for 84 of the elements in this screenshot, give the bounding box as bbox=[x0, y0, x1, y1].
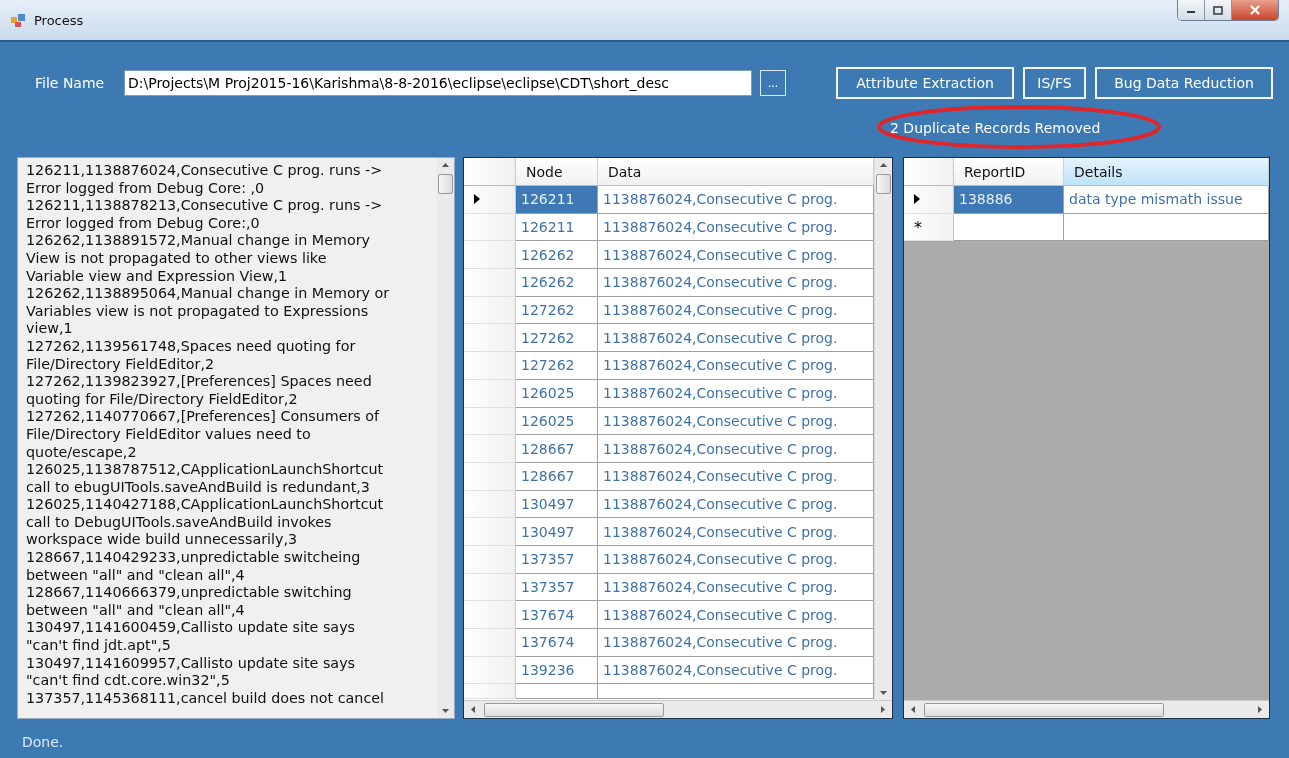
table-cell[interactable]: 1138876024,Consecutive C prog. bbox=[598, 518, 874, 546]
scroll-right-icon[interactable] bbox=[880, 705, 886, 714]
table-cell[interactable]: 127262 bbox=[516, 352, 598, 380]
result-message: 2 Duplicate Records Removed bbox=[890, 120, 1101, 136]
table-cell[interactable]: 1138876024,Consecutive C prog. bbox=[598, 213, 874, 242]
table-cell[interactable] bbox=[954, 213, 1064, 242]
table-cell[interactable]: 1138876024,Consecutive C prog. bbox=[598, 324, 874, 353]
column-header[interactable]: Node bbox=[516, 158, 598, 186]
table-cell[interactable]: 137357 bbox=[516, 573, 598, 602]
table-cell[interactable]: 137674 bbox=[516, 629, 598, 657]
close-icon bbox=[1249, 5, 1261, 15]
table-cell[interactable]: 126262 bbox=[516, 269, 598, 297]
maximize-button[interactable] bbox=[1205, 0, 1232, 20]
table-cell[interactable]: 1138876024,Consecutive C prog. bbox=[598, 545, 874, 574]
table-cell[interactable]: 1138876024,Consecutive C prog. bbox=[598, 352, 874, 380]
table-cell[interactable]: 130497 bbox=[516, 518, 598, 546]
vertical-scrollbar[interactable] bbox=[437, 158, 454, 718]
table-cell[interactable] bbox=[1064, 213, 1269, 242]
vertical-scrollbar[interactable] bbox=[874, 158, 892, 700]
table-cell[interactable]: 1138876024,Consecutive C prog. bbox=[598, 629, 874, 657]
log-text-area[interactable] bbox=[17, 157, 455, 719]
header-corner-cell bbox=[464, 158, 516, 186]
action-button[interactable]: IS/FS bbox=[1023, 67, 1086, 99]
table-cell[interactable]: 126025 bbox=[516, 379, 598, 408]
file-path-field[interactable]: D:\Projects\M Proj2015-16\Karishma\8-8-2016\eclipse\eclipse\CDT\short_desc bbox=[124, 70, 752, 96]
action-button[interactable]: Bug Data Reduction bbox=[1095, 67, 1273, 99]
table-cell[interactable]: 1138876024,Consecutive C prog. bbox=[598, 186, 874, 214]
horizontal-scrollbar[interactable] bbox=[904, 700, 1269, 718]
window-icon bbox=[10, 12, 26, 28]
table-cell[interactable]: 1138876024,Consecutive C prog. bbox=[598, 269, 874, 297]
window-title: Process bbox=[34, 12, 84, 28]
scroll-right-icon[interactable] bbox=[1257, 705, 1263, 714]
scroll-left-icon[interactable] bbox=[910, 705, 916, 714]
table-cell[interactable]: 126262 bbox=[516, 241, 598, 270]
scroll-left-icon[interactable] bbox=[470, 705, 476, 714]
scroll-thumb[interactable] bbox=[484, 702, 664, 717]
table-cell[interactable]: 1138876024,Consecutive C prog. bbox=[598, 462, 874, 491]
row-header[interactable]: * bbox=[904, 213, 954, 242]
scroll-thumb[interactable] bbox=[876, 174, 891, 194]
table-cell[interactable]: 1138876024,Consecutive C prog. bbox=[598, 573, 874, 602]
column-header[interactable]: Data bbox=[598, 158, 874, 186]
scroll-thumb[interactable] bbox=[438, 174, 453, 194]
table-cell[interactable]: 137674 bbox=[516, 601, 598, 629]
table-cell[interactable]: 1138876024,Consecutive C prog. bbox=[598, 296, 874, 325]
table-cell[interactable]: 1138876024,Consecutive C prog. bbox=[598, 407, 874, 436]
table-cell[interactable]: 1138876024,Consecutive C prog. bbox=[598, 435, 874, 463]
column-header[interactable]: Details bbox=[1064, 158, 1269, 186]
table-cell[interactable]: 126025 bbox=[516, 407, 598, 436]
maximize-icon bbox=[1213, 5, 1223, 15]
scroll-up-icon[interactable] bbox=[879, 162, 888, 168]
close-button[interactable] bbox=[1232, 0, 1278, 20]
table-cell[interactable]: 1138876024,Consecutive C prog. bbox=[598, 379, 874, 408]
table-cell[interactable]: 1138876024,Consecutive C prog. bbox=[598, 490, 874, 519]
table-cell[interactable]: 138886 bbox=[954, 186, 1064, 214]
table-cell[interactable]: data type mismath issue bbox=[1064, 186, 1269, 214]
scroll-thumb[interactable] bbox=[924, 702, 1164, 717]
status-text: Done. bbox=[21, 733, 65, 750]
horizontal-scrollbar[interactable] bbox=[464, 700, 892, 718]
table-cell[interactable]: 126211 bbox=[516, 213, 598, 242]
row-header[interactable] bbox=[904, 186, 954, 214]
row-header[interactable] bbox=[464, 186, 516, 214]
scroll-down-icon[interactable] bbox=[441, 708, 450, 714]
scroll-down-icon[interactable] bbox=[879, 690, 888, 696]
log-text: 126211,1138876024,Consecutive C prog. runs -> Error logged from Debug Core: ,0 126211,1138878213,Consecutive C prog. runs -> Error logged from Debug Core:,0 126262,1138891572,Manual change in Memory View is not propagated to other views like Variable view and Expression View,1 126262,1138895064,Manual change in Memory or Variables view is not propagated to Expressions view,1 127262,1139561748,Spaces need quoting for File/Directory FieldEditor,2 127262,1139823927,[Preferences] Spaces need quoting for File/Directory FieldEditor,2 127262,1140770667,[Preferences] Consumers of File/Directory FieldEditor values need to quote/escape,2 126025,1138787512,CApplicationLaunchShortcut call to ebugUITools.saveAndBuild is redundant,3 126025,1140427188,CApplicationLaunchShortcut call to DebugUITools.saveAndBuild invokes workspace wide build unnecessarily,3 128667,1140429233,unpredictable switcheing between "all" and "clean all",4 128667,1140666379,unpredictable switching between "all" and "clean all",4 130497,1141600459,Callisto update site says "can't find jdt.apt",5 130497,1141609957,Callisto update site says "can't find cdt.core.win32",5 137357,1145368111,cancel build does not cancel bbox=[25, 161, 391, 708]
file-name-label: File Name bbox=[35, 75, 106, 91]
current-row-icon bbox=[474, 194, 480, 205]
table-cell[interactable]: 1138876024,Consecutive C prog. bbox=[598, 601, 874, 629]
table-cell[interactable]: 1138876024,Consecutive C prog. bbox=[598, 656, 874, 685]
scroll-up-icon[interactable] bbox=[441, 162, 450, 168]
action-button[interactable]: Attribute Extraction bbox=[836, 67, 1014, 99]
table-cell[interactable]: 128667 bbox=[516, 462, 598, 491]
header-corner-cell bbox=[904, 158, 954, 186]
browse-button[interactable]: ... bbox=[760, 70, 786, 96]
table-cell[interactable]: 127262 bbox=[516, 324, 598, 353]
table-cell[interactable]: 127262 bbox=[516, 296, 598, 325]
column-header[interactable]: ReportID bbox=[954, 158, 1064, 186]
minimize-button[interactable] bbox=[1178, 0, 1205, 20]
table-cell[interactable]: 130497 bbox=[516, 490, 598, 519]
current-row-icon bbox=[914, 194, 920, 205]
table-cell[interactable]: 139236 bbox=[516, 656, 598, 685]
table-cell[interactable]: 128667 bbox=[516, 435, 598, 463]
table-cell[interactable]: 137357 bbox=[516, 545, 598, 574]
table-cell[interactable]: 1138876024,Consecutive C prog. bbox=[598, 241, 874, 270]
table-cell[interactable]: 126211 bbox=[516, 186, 598, 214]
